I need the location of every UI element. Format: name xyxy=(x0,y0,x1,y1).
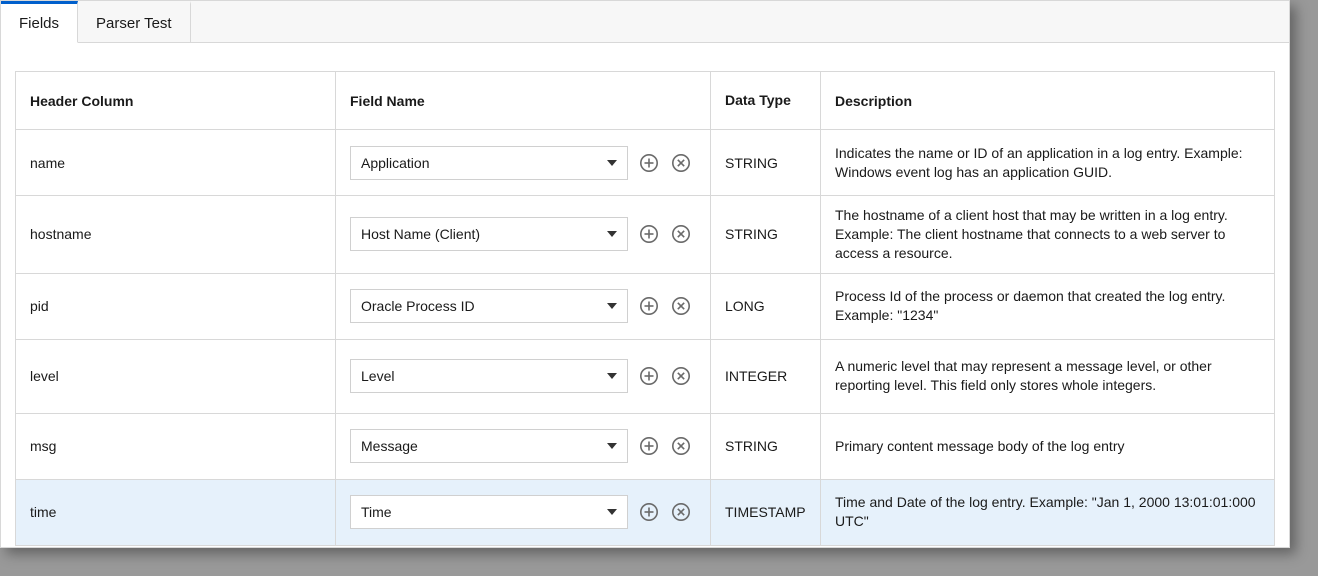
add-icon[interactable] xyxy=(638,223,660,245)
header-column-value: msg xyxy=(30,438,56,454)
field-name-controls: Application xyxy=(350,146,696,180)
cell-field-name: Time xyxy=(336,479,711,545)
cell-field-name: Application xyxy=(336,130,711,196)
cell-header-column: level xyxy=(16,339,336,413)
cell-header-column: hostname xyxy=(16,196,336,274)
remove-icon[interactable] xyxy=(670,501,692,523)
add-icon[interactable] xyxy=(638,295,660,317)
description-value: Process Id of the process or daemon that… xyxy=(835,288,1225,323)
header-column-value: pid xyxy=(30,298,49,314)
field-name-controls: Message xyxy=(350,429,696,463)
description-value: Indicates the name or ID of an applicati… xyxy=(835,145,1243,180)
cell-data-type: STRING xyxy=(711,196,821,274)
table-row: name Application xyxy=(16,130,1275,196)
cell-data-type: TIMESTAMP xyxy=(711,479,821,545)
tabs-bar: Fields Parser Test xyxy=(1,1,1289,43)
data-type-value: TIMESTAMP xyxy=(725,504,806,520)
data-type-value: INTEGER xyxy=(725,368,787,384)
th-data-type: Data Type xyxy=(711,72,821,130)
cell-field-name: Message xyxy=(336,413,711,479)
data-type-value: STRING xyxy=(725,155,778,171)
cell-description: A numeric level that may represent a mes… xyxy=(821,339,1275,413)
field-name-selected: Time xyxy=(361,504,392,520)
th-description: Description xyxy=(821,72,1275,130)
description-value: A numeric level that may represent a mes… xyxy=(835,358,1212,393)
field-name-controls: Host Name (Client) xyxy=(350,217,696,251)
cell-description: Primary content message body of the log … xyxy=(821,413,1275,479)
fields-table: Header Column Field Name Data Type Descr… xyxy=(15,71,1275,546)
cell-description: Process Id of the process or daemon that… xyxy=(821,273,1275,339)
field-name-dropdown[interactable]: Application xyxy=(350,146,628,180)
chevron-down-icon xyxy=(607,231,617,237)
remove-icon[interactable] xyxy=(670,295,692,317)
header-column-value: level xyxy=(30,368,59,384)
cell-header-column: pid xyxy=(16,273,336,339)
cell-header-column: time xyxy=(16,479,336,545)
chevron-down-icon xyxy=(607,509,617,515)
remove-icon[interactable] xyxy=(670,435,692,457)
table-row: time Time xyxy=(16,479,1275,545)
field-name-controls: Time xyxy=(350,495,696,529)
add-icon[interactable] xyxy=(638,501,660,523)
field-name-controls: Level xyxy=(350,359,696,393)
field-name-dropdown[interactable]: Message xyxy=(350,429,628,463)
table-row: msg Message xyxy=(16,413,1275,479)
add-icon[interactable] xyxy=(638,152,660,174)
cell-field-name: Level xyxy=(336,339,711,413)
table-row: level Level xyxy=(16,339,1275,413)
cell-field-name: Host Name (Client) xyxy=(336,196,711,274)
field-name-dropdown[interactable]: Host Name (Client) xyxy=(350,217,628,251)
tab-parser-test[interactable]: Parser Test xyxy=(78,1,191,42)
tab-label: Parser Test xyxy=(96,15,172,32)
th-header-column: Header Column xyxy=(16,72,336,130)
cell-data-type: INTEGER xyxy=(711,339,821,413)
cell-header-column: msg xyxy=(16,413,336,479)
field-name-controls: Oracle Process ID xyxy=(350,289,696,323)
field-name-dropdown[interactable]: Oracle Process ID xyxy=(350,289,628,323)
data-type-value: STRING xyxy=(725,226,778,242)
panel: Fields Parser Test Header Column Field N… xyxy=(0,0,1290,548)
tab-label: Fields xyxy=(19,15,59,32)
table-row: hostname Host Name (Client) xyxy=(16,196,1275,274)
cell-description: Time and Date of the log entry. Example:… xyxy=(821,479,1275,545)
tab-fields[interactable]: Fields xyxy=(1,1,78,43)
table-row: pid Oracle Process ID xyxy=(16,273,1275,339)
field-name-selected: Application xyxy=(361,155,430,171)
data-type-value: LONG xyxy=(725,298,765,314)
header-column-value: hostname xyxy=(30,226,91,242)
cell-data-type: STRING xyxy=(711,130,821,196)
field-name-dropdown[interactable]: Time xyxy=(350,495,628,529)
th-data-type-text: Data Type xyxy=(725,92,791,108)
field-name-selected: Oracle Process ID xyxy=(361,298,475,314)
cell-description: Indicates the name or ID of an applicati… xyxy=(821,130,1275,196)
cell-data-type: LONG xyxy=(711,273,821,339)
th-field-name: Field Name xyxy=(336,72,711,130)
cell-data-type: STRING xyxy=(711,413,821,479)
header-column-value: time xyxy=(30,504,56,520)
field-name-selected: Message xyxy=(361,438,418,454)
header-column-value: name xyxy=(30,155,65,171)
description-value: Time and Date of the log entry. Example:… xyxy=(835,494,1256,529)
chevron-down-icon xyxy=(607,443,617,449)
description-value: The hostname of a client host that may b… xyxy=(835,207,1228,261)
field-name-dropdown[interactable]: Level xyxy=(350,359,628,393)
add-icon[interactable] xyxy=(638,365,660,387)
remove-icon[interactable] xyxy=(670,152,692,174)
remove-icon[interactable] xyxy=(670,365,692,387)
tab-content: Header Column Field Name Data Type Descr… xyxy=(1,43,1289,546)
cell-field-name: Oracle Process ID xyxy=(336,273,711,339)
field-name-selected: Host Name (Client) xyxy=(361,226,480,242)
add-icon[interactable] xyxy=(638,435,660,457)
chevron-down-icon xyxy=(607,160,617,166)
description-value: Primary content message body of the log … xyxy=(835,438,1124,454)
table-header-row: Header Column Field Name Data Type Descr… xyxy=(16,72,1275,130)
cell-description: The hostname of a client host that may b… xyxy=(821,196,1275,274)
chevron-down-icon xyxy=(607,373,617,379)
cell-header-column: name xyxy=(16,130,336,196)
data-type-value: STRING xyxy=(725,438,778,454)
field-name-selected: Level xyxy=(361,368,394,384)
chevron-down-icon xyxy=(607,303,617,309)
remove-icon[interactable] xyxy=(670,223,692,245)
